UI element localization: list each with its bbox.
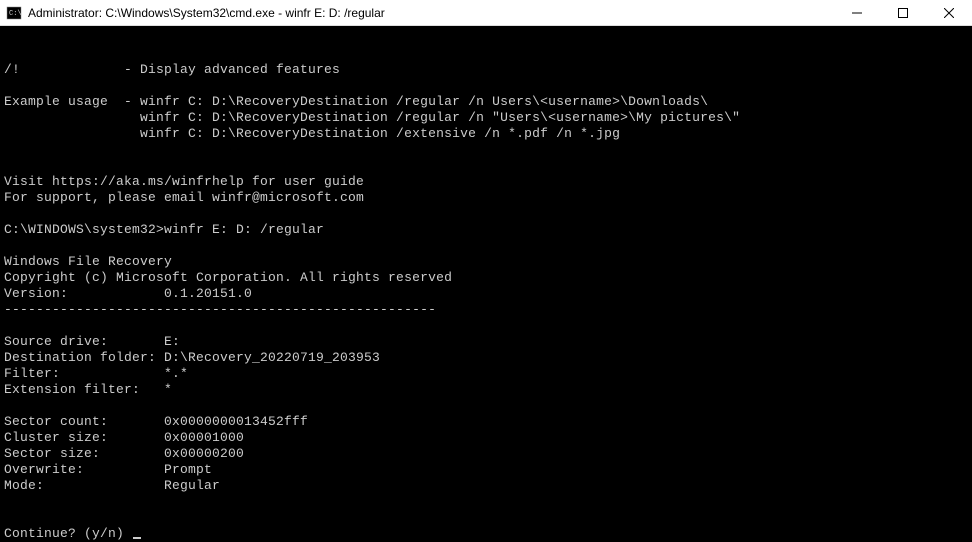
terminal-line: ----------------------------------------… [4,302,972,318]
terminal-line [4,494,972,510]
terminal-line [4,238,972,254]
terminal-line: /! - Display advanced features [4,62,972,78]
terminal-prompt: Continue? (y/n) [4,526,132,541]
terminal-line: Sector count: 0x0000000013452fff [4,414,972,430]
terminal-line: winfr C: D:\RecoveryDestination /regular… [4,110,972,126]
terminal-line: C:\WINDOWS\system32>winfr E: D: /regular [4,222,972,238]
terminal-line [4,142,972,158]
terminal-line [4,318,972,334]
terminal-line [4,78,972,94]
terminal-line [4,398,972,414]
terminal-line: Windows File Recovery [4,254,972,270]
minimize-button[interactable] [834,0,880,25]
terminal-line [4,510,972,526]
terminal-line: winfr C: D:\RecoveryDestination /extensi… [4,126,972,142]
terminal-line: Destination folder: D:\Recovery_20220719… [4,350,972,366]
terminal-line: Version: 0.1.20151.0 [4,286,972,302]
text-cursor [133,537,141,539]
terminal-line: Cluster size: 0x00001000 [4,430,972,446]
maximize-button[interactable] [880,0,926,25]
terminal-line: Extension filter: * [4,382,972,398]
terminal-line: Sector size: 0x00000200 [4,446,972,462]
terminal-line: Visit https://aka.ms/winfrhelp for user … [4,174,972,190]
terminal-line: Example usage - winfr C: D:\RecoveryDest… [4,94,972,110]
window-titlebar: C:\ Administrator: C:\Windows\System32\c… [0,0,972,26]
terminal-line: Filter: *.* [4,366,972,382]
window-controls [834,0,972,25]
terminal-line [4,206,972,222]
terminal-line: Mode: Regular [4,478,972,494]
terminal-line [4,158,972,174]
window-title: Administrator: C:\Windows\System32\cmd.e… [28,6,834,20]
close-button[interactable] [926,0,972,25]
terminal-output[interactable]: /! - Display advanced features Example u… [0,26,972,542]
terminal-line: Source drive: E: [4,334,972,350]
svg-text:C:\: C:\ [9,10,22,18]
terminal-line: For support, please email winfr@microsof… [4,190,972,206]
terminal-line: Overwrite: Prompt [4,462,972,478]
terminal-line: Copyright (c) Microsoft Corporation. All… [4,270,972,286]
cmd-icon: C:\ [6,5,22,21]
